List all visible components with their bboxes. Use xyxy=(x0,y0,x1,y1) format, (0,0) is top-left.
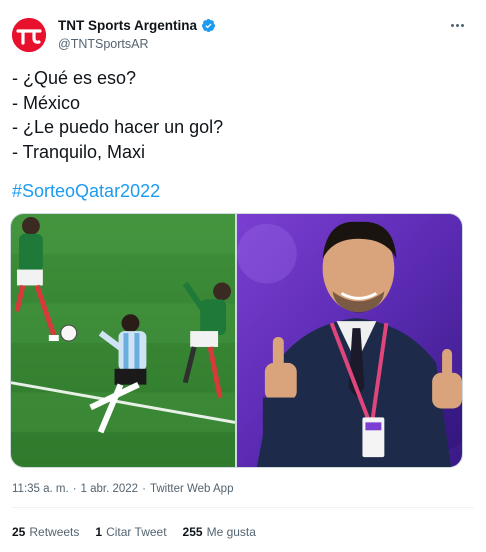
tweet-date[interactable]: 1 abr. 2022 xyxy=(81,483,139,495)
quote-tweets-stat[interactable]: 1 Citar Tweet xyxy=(95,525,166,539)
tweet-line: - México xyxy=(12,92,81,113)
hashtag-link[interactable]: #SorteoQatar2022 xyxy=(12,181,160,202)
soccer-match-photo[interactable] xyxy=(11,214,235,467)
display-name[interactable]: TNT Sports Argentina xyxy=(58,18,197,33)
tweet-line: - ¿Le puedo hacer un gol? xyxy=(12,117,224,137)
retweets-label: Retweets xyxy=(29,525,80,539)
media-grid xyxy=(10,213,463,468)
likes-stat[interactable]: 255 Me gusta xyxy=(183,525,256,539)
retweets-stat[interactable]: 25 Retweets xyxy=(12,525,79,539)
tweet-time[interactable]: 11:35 a. m. xyxy=(12,483,69,495)
player-thumbs-up-photo[interactable] xyxy=(237,214,462,467)
likes-label: Me gusta xyxy=(206,525,256,539)
tweet-line: - ¿Qué es eso? xyxy=(12,68,137,88)
tweet-metadata: 11:35 a. m. · 1 abr. 2022 · Twitter Web … xyxy=(12,483,233,495)
verified-badge-icon xyxy=(201,18,216,33)
engagement-stats: 25 Retweets 1 Citar Tweet 255 Me gusta xyxy=(12,525,256,539)
quotes-label: Citar Tweet xyxy=(106,525,167,539)
tweet-card: TNT Sports Argentina @TNTSportsAR - ¿Qué… xyxy=(0,0,486,552)
tweet-line: - Tranquilo, Maxi xyxy=(12,141,146,162)
tnt-sports-logo-icon xyxy=(12,18,46,52)
quotes-count: 1 xyxy=(95,525,103,539)
account-handle[interactable]: @TNTSportsAR xyxy=(58,37,148,51)
tweet-text: - ¿Qué es eso? - México - ¿Le puedo hace… xyxy=(12,66,223,164)
name-row: TNT Sports Argentina xyxy=(58,18,216,33)
more-options-icon[interactable] xyxy=(446,18,468,32)
meta-separator: · xyxy=(72,483,77,495)
avatar[interactable] xyxy=(12,18,46,52)
divider xyxy=(12,507,474,508)
tweet-source[interactable]: Twitter Web App xyxy=(150,483,234,495)
meta-separator: · xyxy=(142,483,146,495)
retweets-count: 25 xyxy=(12,525,26,539)
likes-count: 255 xyxy=(182,525,203,539)
